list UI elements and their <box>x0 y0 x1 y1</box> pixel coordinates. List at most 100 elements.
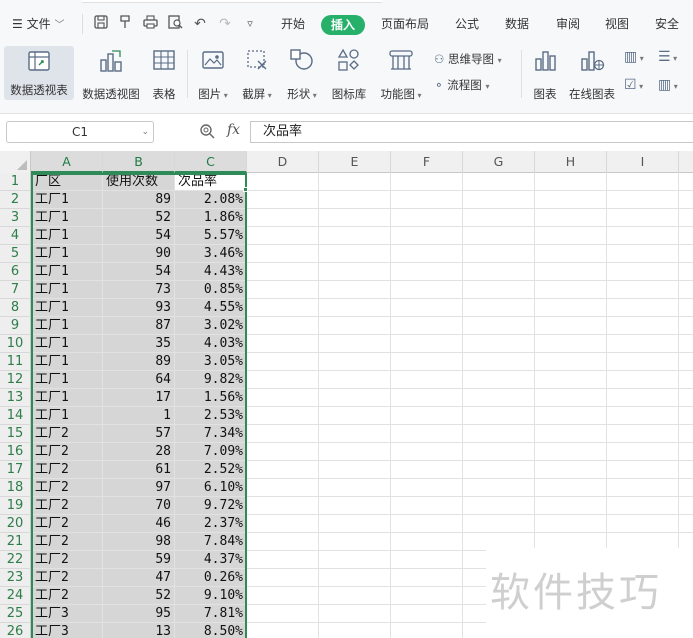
column-header-bar: A B C D E F G H I <box>0 151 693 173</box>
shape-button[interactable]: 形状 ▾ <box>282 42 322 104</box>
select-all-corner[interactable] <box>0 151 31 173</box>
row-header[interactable]: 4 <box>0 227 31 245</box>
column-header-f[interactable]: F <box>391 151 463 173</box>
shape-label: 形状 ▾ <box>287 87 317 101</box>
row-header[interactable]: 1 <box>0 173 31 191</box>
row-header[interactable]: 19 <box>0 497 31 515</box>
column-header-e[interactable]: E <box>319 151 391 173</box>
row-header[interactable]: 21 <box>0 533 31 551</box>
zoom-search-icon[interactable] <box>199 123 215 142</box>
format-painter-icon[interactable] <box>116 15 134 33</box>
picture-icon <box>202 51 224 69</box>
selection-border <box>31 173 247 638</box>
tab-review[interactable]: 审阅 <box>556 14 580 34</box>
table-icon <box>153 50 175 70</box>
file-menu[interactable]: ☰ 文件 ﹀ <box>12 14 64 34</box>
select-all-triangle-icon <box>17 160 27 170</box>
row-header[interactable]: 7 <box>0 281 31 299</box>
insert-function-button[interactable]: fx <box>227 122 240 138</box>
flowchart-button[interactable]: ⚬ 流程图 ▾ <box>434 76 489 94</box>
row-header[interactable]: 5 <box>0 245 31 263</box>
pivot-table-icon <box>28 51 50 71</box>
column-header-c[interactable]: C <box>175 151 247 173</box>
redo-icon[interactable]: ↷ <box>216 15 234 33</box>
pivot-table-button[interactable]: 数据透视表 <box>4 46 74 100</box>
screenshot-button[interactable]: 截屏 ▾ <box>238 42 276 104</box>
title-tab-strip <box>82 0 382 3</box>
line-chart-icon: ☑ <box>624 77 637 93</box>
divider <box>82 14 83 34</box>
row-header[interactable]: 2 <box>0 191 31 209</box>
watermark-text: 软件技巧 <box>490 570 662 616</box>
mind-map-button[interactable]: ⚇ 思维导图 ▾ <box>434 50 502 68</box>
row-header[interactable]: 13 <box>0 389 31 407</box>
undo-icon[interactable]: ↶ <box>191 15 209 33</box>
function-chart-button[interactable]: 功能图 ▾ <box>376 42 426 104</box>
column-header-d[interactable]: D <box>247 151 319 173</box>
more-charts-dropdown[interactable]: ▥ ▾ <box>658 76 678 94</box>
row-header[interactable]: 15 <box>0 425 31 443</box>
icon-library-button[interactable]: 图标库 <box>328 42 370 104</box>
menu-bar: ☰ 文件 ﹀ ↶ ↷ ▿ 开始 插入 页面布局 公式 数据 审阅 视图 安全 <box>0 0 693 42</box>
row-header[interactable]: 25 <box>0 605 31 623</box>
row-header[interactable]: 14 <box>0 407 31 425</box>
chart-label: 图表 <box>533 87 557 101</box>
chart-button[interactable]: 图表 <box>528 42 562 104</box>
row-header[interactable]: 20 <box>0 515 31 533</box>
row-header[interactable]: 3 <box>0 209 31 227</box>
row-header[interactable]: 26 <box>0 623 31 638</box>
column-chart-icon: ▥ <box>624 49 638 65</box>
mind-map-label: 思维导图 <box>447 52 494 66</box>
bar-chart-icon <box>535 51 556 71</box>
tab-home[interactable]: 开始 <box>281 14 305 34</box>
name-box[interactable]: C1 ⌄ <box>6 121 154 143</box>
fill-handle[interactable] <box>243 187 248 192</box>
more-charts-icon: ▥ <box>658 77 672 93</box>
flowchart-label: 流程图 <box>447 78 482 92</box>
row-header[interactable]: 22 <box>0 551 31 569</box>
formula-input[interactable]: 次品率 <box>250 121 693 143</box>
row-header[interactable]: 6 <box>0 263 31 281</box>
row-header[interactable]: 12 <box>0 371 31 389</box>
tab-insert[interactable]: 插入 <box>321 15 365 35</box>
row-header[interactable]: 16 <box>0 443 31 461</box>
column-header-b[interactable]: B <box>103 151 175 173</box>
hamburger-icon: ☰ <box>12 17 23 31</box>
ribbon-divider <box>521 50 522 98</box>
tab-security[interactable]: 安全 <box>655 14 679 34</box>
online-chart-button[interactable]: 在线图表 <box>566 42 618 104</box>
pivot-chart-button[interactable]: 数据透视图 <box>80 42 142 104</box>
tab-data[interactable]: 数据 <box>505 14 529 34</box>
print-icon[interactable] <box>141 15 159 33</box>
row-header[interactable]: 23 <box>0 569 31 587</box>
row-header[interactable]: 10 <box>0 335 31 353</box>
picture-button[interactable]: 图片 ▾ <box>194 42 232 104</box>
column-header-i[interactable]: I <box>607 151 679 173</box>
column-header-a[interactable]: A <box>31 151 103 173</box>
line-chart-dropdown[interactable]: ☑ ▾ <box>624 76 643 94</box>
ribbon-divider <box>187 50 188 98</box>
screenshot-label: 截屏 ▾ <box>242 87 272 101</box>
table-button[interactable]: 表格 <box>148 42 180 104</box>
print-preview-icon[interactable] <box>166 15 184 33</box>
customize-toolbar-icon[interactable]: ▿ <box>241 15 259 33</box>
row-header[interactable]: 17 <box>0 461 31 479</box>
bar-chart-horizontal-icon: ☰ <box>658 49 671 65</box>
tab-page-layout[interactable]: 页面布局 <box>381 14 429 34</box>
scissors-icon <box>247 50 267 70</box>
bar-chart-dropdown[interactable]: ☰ ▾ <box>658 48 677 66</box>
tab-view[interactable]: 视图 <box>605 14 629 34</box>
chevron-down-icon: ⌄ <box>141 127 149 137</box>
row-header[interactable]: 9 <box>0 317 31 335</box>
row-header[interactable]: 8 <box>0 299 31 317</box>
tab-formulas[interactable]: 公式 <box>455 14 479 34</box>
row-header[interactable]: 24 <box>0 587 31 605</box>
column-header-h[interactable]: H <box>535 151 607 173</box>
column-header-g[interactable]: G <box>463 151 535 173</box>
pivot-chart-label: 数据透视图 <box>82 87 140 101</box>
row-header[interactable]: 18 <box>0 479 31 497</box>
save-icon[interactable] <box>92 15 110 33</box>
picture-label: 图片 ▾ <box>198 87 228 101</box>
column-chart-dropdown[interactable]: ▥ ▾ <box>624 48 644 66</box>
row-header[interactable]: 11 <box>0 353 31 371</box>
